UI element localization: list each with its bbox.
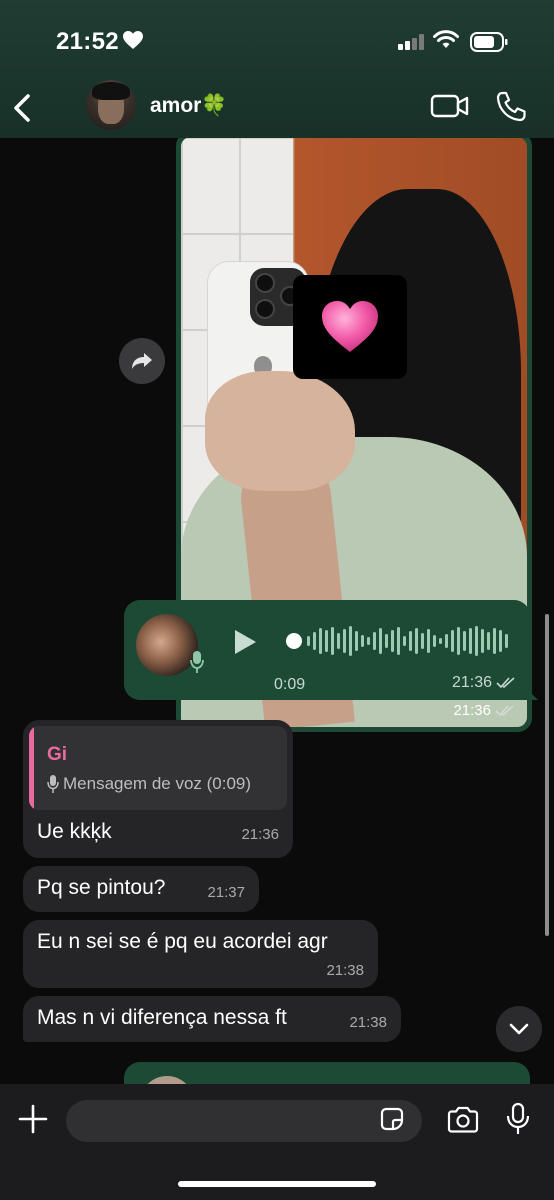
quoted-text: Mensagem de voz (0:09) [47,774,251,794]
image-timestamp: 21:36 [453,702,515,719]
message-text: Ue kkķk [37,820,112,843]
voice-duration: 0:09 [274,676,306,693]
message-text: Mas n vi diferença nessa ft [37,1006,287,1029]
message-text: Pq se pintou? [37,876,166,899]
heart-sticker [293,275,407,379]
incoming-message[interactable]: Mas n vi diferença nessa ft 21:38 [23,996,401,1042]
status-time: 21:52 [56,28,119,55]
plus-icon[interactable] [18,1104,48,1134]
outgoing-message-partial[interactable] [124,1062,530,1086]
mic-icon [47,775,59,793]
incoming-message[interactable]: Pq se pintou? 21:37 [23,866,259,912]
forward-button[interactable] [119,338,165,384]
chat-nav: amor🍀 [0,80,554,132]
message-time: 21:38 [349,1014,387,1031]
mic-icon [190,651,204,673]
phone-call-icon[interactable] [494,90,528,124]
seek-handle[interactable] [286,633,302,649]
message-time: 21:37 [207,884,245,901]
incoming-message[interactable]: Eu n sei se é pq eu acordei agr 21:38 [23,920,378,988]
play-icon[interactable] [232,628,258,656]
quoted-sender: Gi [47,744,68,765]
signal-icon [398,34,424,50]
contact-avatar[interactable] [86,80,136,130]
waveform[interactable] [286,624,508,658]
scrollbar[interactable] [545,614,549,936]
forward-icon [132,353,152,369]
camera-icon[interactable] [446,1106,480,1134]
message-text: Eu n sei se é pq eu acordei agr [37,930,328,953]
contact-name[interactable]: amor🍀 [150,94,228,118]
scroll-to-bottom-button[interactable] [496,1006,542,1052]
composer [0,1084,554,1200]
sticker-icon[interactable] [378,1105,406,1133]
voice-message[interactable]: 0:09 21:36 [124,600,530,700]
message-time: 21:38 [326,962,364,979]
video-call-icon[interactable] [430,92,470,120]
message-list[interactable]: 21:36 0:09 21:36 Gi Mensagem de voz (0:0… [0,138,554,1086]
wifi-icon [433,30,459,48]
message-time: 21:36 [241,826,279,843]
quoted-message[interactable]: Gi Mensagem de voz (0:09) [29,726,287,810]
microphone-icon[interactable] [506,1102,530,1136]
reply-message[interactable]: Gi Mensagem de voz (0:09) Ue kkķk 21:36 [23,720,293,858]
heart-icon [123,31,143,49]
double-check-icon [495,704,514,716]
double-check-icon [496,677,515,689]
back-arrow-icon[interactable] [8,88,38,128]
status-bar: 21:52 [0,26,554,58]
voice-sender-avatar [136,614,198,676]
message-input[interactable] [66,1100,422,1142]
pink-heart-icon [322,301,378,352]
battery-icon [470,32,508,52]
chat-header: 21:52 amor🍀 [0,0,554,138]
voice-timestamp: 21:36 [452,674,516,692]
chevron-down-icon [509,1023,529,1035]
home-indicator [178,1181,376,1187]
